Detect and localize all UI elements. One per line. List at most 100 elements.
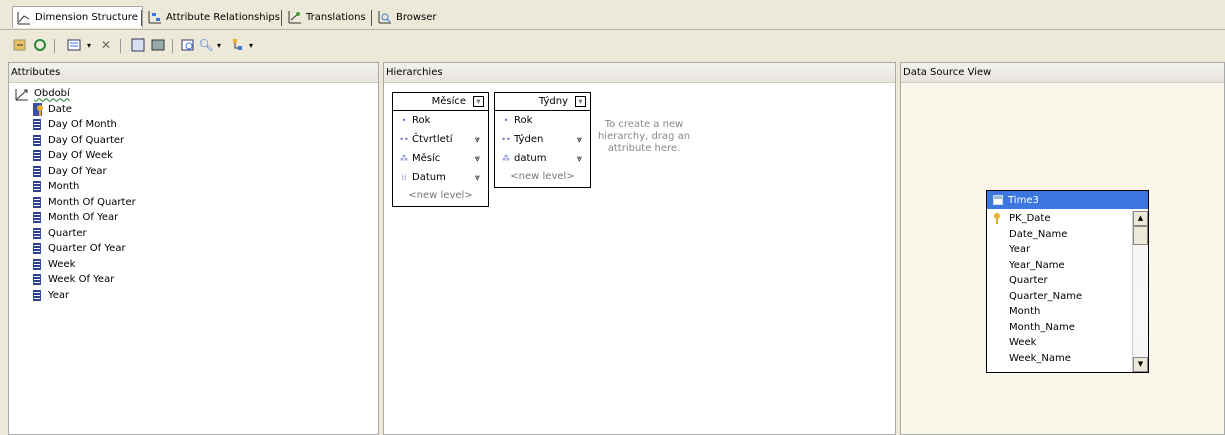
hierarchy-level[interactable]: • Rok [393,111,488,130]
scroll-up-icon[interactable]: ▲ [1133,211,1148,226]
hierarchy-header[interactable]: Měsíce ⩔ [393,93,488,111]
tab-browser[interactable]: Browser [374,8,441,26]
refresh-icon[interactable] [32,37,48,53]
attribute-label: Day Of Quarter [48,134,125,146]
level-2-icon: •• [399,135,409,144]
expand-icon[interactable]: ⩔ [475,154,480,164]
tab-divider [141,10,142,26]
level-label: Rok [412,115,431,126]
attribute-item[interactable]: Day Of Month [33,117,136,133]
hierarchy-tydny[interactable]: Týdny ⩔ • Rok •• Týden ⩔ ⁂ datum ⩔ <new level… [494,92,591,188]
hierarchy-level[interactable]: ⁂ Měsíc ⩔ [393,149,488,168]
table-column[interactable]: Quarter_Name [987,289,1148,305]
hierarchy-name: Měsíce [431,96,466,107]
attribute-item[interactable]: Day Of Year [33,164,136,180]
dropdown-arrow-icon[interactable]: ▾ [246,37,256,53]
expand-icon[interactable]: ⩔ [577,154,582,164]
attribute-label: Week Of Year [48,274,115,286]
designer-tab-strip: Dimension Structure Attribute Relationsh… [0,0,1225,30]
attribute-icon [33,227,41,239]
attribute-item[interactable]: Year [33,288,136,304]
new-hierarchy-icon[interactable] [130,37,146,53]
attribute-item[interactable]: Quarter Of Year [33,241,136,257]
table-column[interactable]: PK_Date [987,211,1148,227]
table-scrollbar[interactable]: ▲ ▼ [1132,211,1148,372]
dsv-table[interactable]: Time3 PK_Date Date_Name Year Year_Name Quart… [986,190,1149,373]
hierarchy-mesice[interactable]: Měsíce ⩔ • Rok •• Čtvrtletí ⩔ ⁂ Měsíc ⩔ ⁞⁞ Dat… [392,92,489,207]
new-hierarchy-hint: To create a new hierarchy, drag an attri… [597,119,691,154]
column-label: Year [1009,244,1031,255]
hierarchy-header[interactable]: Týdny ⩔ [495,93,590,111]
tab-dimension-structure[interactable]: Dimension Structure [12,6,143,28]
table-column[interactable]: Date_Name [987,227,1148,243]
level-label: Datum [412,172,446,183]
process-icon[interactable] [12,37,28,53]
dsv-pane-header: Data Source View [901,63,1224,83]
expand-icon[interactable]: ⩔ [475,173,480,183]
table-column[interactable]: Quarter [987,273,1148,289]
hierarchy-level[interactable]: ⁞⁞ Datum ⩔ [393,168,488,187]
attribute-label: Day Of Week [48,150,113,162]
hierarchy-level[interactable]: • Rok [495,111,590,130]
table-column[interactable]: Year [987,242,1148,258]
grid-icon[interactable] [150,37,166,53]
dropdown-arrow-icon[interactable]: ▾ [214,37,224,53]
key-attribute-icon [33,102,45,116]
dimension-node[interactable]: Období [15,86,136,102]
tab-translations[interactable]: Translations [284,8,370,26]
zoom-fit-icon[interactable] [180,37,196,53]
attribute-item[interactable]: Month Of Year [33,210,136,226]
attribute-icon [33,212,41,224]
new-level-placeholder[interactable]: <new level> [495,168,590,186]
table-header[interactable]: Time3 [987,191,1148,209]
show-list-icon[interactable] [66,37,82,53]
tab-label: Translations [306,11,366,23]
attribute-icon [33,289,41,301]
hierarchy-level[interactable]: •• Týden ⩔ [495,130,590,149]
hierarchy-level[interactable]: ⁂ datum ⩔ [495,149,590,168]
table-column[interactable]: Month_Name [987,320,1148,336]
delete-icon[interactable]: ✕ [98,37,114,53]
translations-icon [288,10,302,24]
collapse-icon[interactable]: ⩔ [575,96,586,107]
attribute-tree: Období Date Day Of Month Day Of Quarter Da… [15,86,136,303]
column-label: Date_Name [1009,228,1068,240]
scroll-thumb[interactable] [1133,226,1148,245]
hierarchy-name: Týdny [538,96,568,107]
attribute-item[interactable]: Month [33,179,136,195]
hierarchies-pane-header: Hierarchies [384,63,895,83]
table-column[interactable]: Month [987,304,1148,320]
attribute-item[interactable]: Quarter [33,226,136,242]
toolbar-divider [120,39,121,53]
attribute-icon [33,243,41,255]
collapse-icon[interactable]: ⩔ [473,96,484,107]
attribute-item[interactable]: Day Of Week [33,148,136,164]
column-label: Quarter [1009,275,1048,286]
arrange-tables-icon[interactable] [230,37,246,53]
expand-icon[interactable]: ⩔ [577,135,582,145]
attribute-item[interactable]: Week Of Year [33,272,136,288]
column-label: Week [1009,337,1037,348]
new-level-placeholder[interactable]: <new level> [393,187,488,205]
column-label: Year_Name [1009,259,1065,271]
attribute-item[interactable]: Week [33,257,136,273]
key-attribute-item[interactable]: Date [33,102,136,118]
hierarchy-level[interactable]: •• Čtvrtletí ⩔ [393,130,488,149]
attributes-pane-header: Attributes [9,63,378,83]
table-column[interactable]: Week [987,335,1148,351]
designer-toolbar: ▾ ✕ 🔍︎ ▾ ▾ [0,30,1225,60]
expand-icon[interactable]: ⩔ [475,135,480,145]
level-label: Rok [514,115,533,126]
table-column[interactable]: Year_Name [987,258,1148,274]
level-label: Týden [514,134,544,145]
column-label: Month_Name [1009,321,1075,333]
scroll-down-icon[interactable]: ▼ [1133,357,1148,372]
level-label: datum [514,153,547,164]
tab-attribute-relationships[interactable]: Attribute Relationships [144,8,284,26]
attribute-item[interactable]: Day Of Quarter [33,133,136,149]
dropdown-arrow-icon[interactable]: ▾ [84,37,94,53]
zoom-icon[interactable]: 🔍︎ [198,37,214,53]
table-column[interactable]: Week_Name [987,351,1148,367]
attribute-label: Quarter [48,227,87,239]
attribute-item[interactable]: Month Of Quarter [33,195,136,211]
